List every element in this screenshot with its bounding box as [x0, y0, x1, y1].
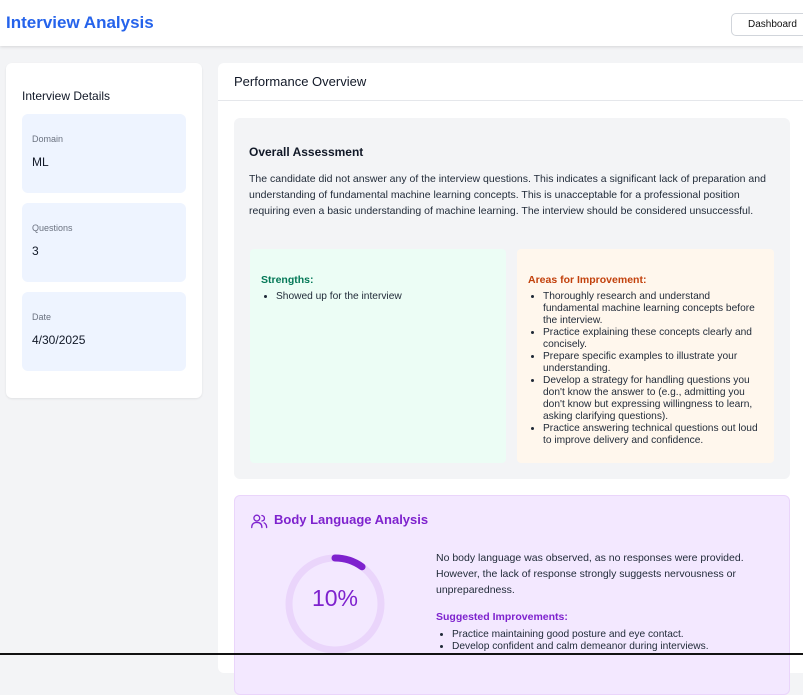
list-item: Develop confident and calm demeanor duri…: [452, 641, 772, 653]
dashboard-button[interactable]: Dashboard: [731, 13, 803, 36]
suggested-list: Practice maintaining good posture and ey…: [452, 629, 772, 653]
assessment-text: The candidate did not answer any of the …: [249, 173, 766, 217]
body-language-title: Body Language Analysis: [274, 512, 429, 527]
body-language-text: No body language was observed, as no res…: [436, 552, 744, 596]
strengths-box: Strengths: Showed up for the interview: [250, 249, 506, 463]
assessment-title: Overall Assessment: [249, 145, 364, 159]
performance-panel: Performance Overview Overall Assessment …: [218, 63, 803, 695]
panel-title: Performance Overview: [234, 74, 367, 89]
strengths-list: Showed up for the interview: [276, 291, 496, 303]
users-icon: [251, 514, 268, 529]
panel-header: Performance Overview: [218, 63, 803, 101]
improvements-title: Areas for Improvement:: [528, 274, 647, 286]
detail-value: 4/30/2025: [32, 333, 86, 347]
detail-label: Domain: [32, 134, 64, 144]
strengths-title: Strengths:: [261, 274, 314, 286]
body-language-section: Body Language Analysis 10% No body langu…: [234, 495, 790, 695]
improvements-box: Areas for Improvement: Thoroughly resear…: [517, 249, 774, 463]
detail-label: Questions: [32, 223, 73, 233]
list-item: Practice explaining these concepts clear…: [543, 327, 768, 351]
detail-value: ML: [32, 155, 49, 169]
detail-label: Date: [32, 312, 52, 322]
improvements-list: Thoroughly research and understand funda…: [543, 291, 768, 447]
app-title: Interview Analysis: [6, 13, 154, 32]
list-item: Practice maintaining good posture and ey…: [452, 629, 772, 641]
top-bar: Interview Analysis Dashboard: [0, 0, 803, 46]
score-value: 10%: [311, 585, 359, 611]
list-item: Practice answering technical questions o…: [543, 423, 768, 447]
overall-assessment-section: Overall Assessment The candidate did not…: [234, 118, 790, 479]
list-item: Showed up for the interview: [276, 291, 496, 303]
list-item: Prepare specific examples to illustrate …: [543, 351, 768, 375]
detail-domain: Domain ML: [22, 114, 186, 193]
details-title: Interview Details: [22, 89, 111, 103]
detail-value: 3: [32, 244, 39, 258]
detail-date: Date 4/30/2025: [22, 292, 186, 371]
list-item: Thoroughly research and understand funda…: [543, 291, 768, 327]
suggested-title: Suggested Improvements:: [436, 611, 568, 623]
detail-questions: Questions 3: [22, 203, 186, 282]
list-item: Develop a strategy for handling question…: [543, 375, 768, 423]
interview-details-card: Interview Details Domain ML Questions 3 …: [6, 63, 202, 398]
